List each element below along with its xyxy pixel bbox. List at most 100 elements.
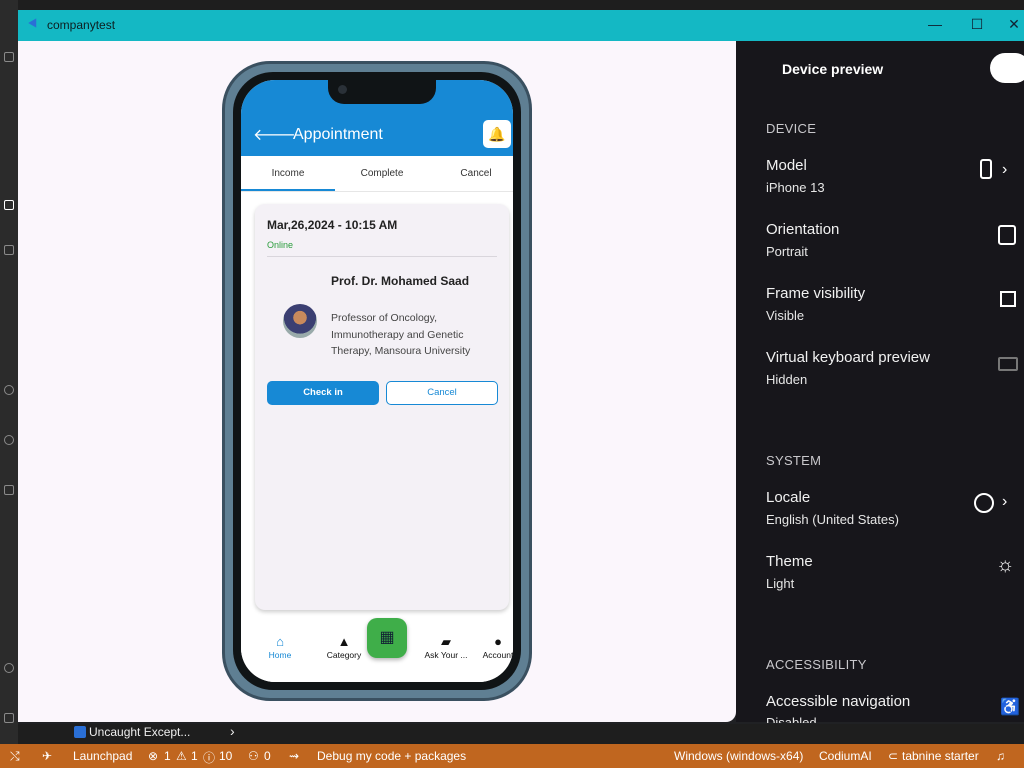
device-preview-toggle[interactable] [990,53,1024,83]
account-circle-icon: ● [494,634,502,649]
maximize-button[interactable]: ☐ [962,16,992,33]
ports-count[interactable]: 0 [264,749,271,763]
model-value[interactable]: iPhone 13 [766,180,825,195]
doctor-name: Prof. Dr. Mohamed Saad [331,274,470,288]
explorer-icon[interactable] [4,52,14,62]
phone-bezel: 🡐 Appointment 🔔 Income Complete Cancel M… [233,72,521,690]
tabnine-icon: ⊂ [888,749,899,763]
nav-account[interactable]: ● Account [473,634,513,660]
back-arrow-icon[interactable]: 🡐 [253,124,296,145]
keyboard-icon[interactable] [998,357,1018,371]
home-icon: ⌂ [276,634,284,649]
divider [267,256,497,257]
problems-bar: Uncaught Except... › [52,723,252,744]
appointment-card[interactable]: Mar,26,2024 - 10:15 AM Online Prof. Dr. … [255,204,509,610]
rotate-icon[interactable] [998,225,1016,245]
info-count[interactable]: 10 [219,749,232,763]
app-window: ⯇ companytest — ☐ ✕ 🡐 Appointment 🔔 Inco… [18,10,1024,724]
panel-heading: Device preview [782,61,884,77]
active-tab-indicator [241,189,335,191]
avatar [283,304,317,338]
chevron-right-icon[interactable]: › [1002,493,1007,511]
nav-ask-label: Ask Your ... [424,650,468,660]
error-icon: ⊗ [148,749,159,763]
launchpad-item[interactable]: Launchpad [73,749,132,763]
tab-income[interactable]: Income [243,168,333,179]
warning-count[interactable]: 1 [191,749,198,763]
platform-target[interactable]: Windows (windows-x64) [674,749,803,763]
cancel-button[interactable]: Cancel [386,381,498,405]
theme-value: Light [766,576,795,591]
accessibility-section-heading: ACCESSIBILITY [766,657,867,672]
flutter-logo-icon: ⯇ [27,16,40,33]
theme-title: Theme [766,553,813,570]
app-canvas: 🡐 Appointment 🔔 Income Complete Cancel M… [18,41,736,722]
rocket-icon: ✈ [42,749,53,763]
status-badge: Online [267,240,294,250]
page-title: Appointment [293,126,383,143]
nav-account-label: Account [482,650,513,660]
chevron-right-icon[interactable]: › [1002,161,1007,179]
system-section-heading: SYSTEM [766,453,822,468]
nav-category-label: Category [326,650,362,660]
doctor-title: Professor of Oncology, Immunotherapy and… [331,312,471,357]
window-title: companytest [47,18,116,32]
nav-home-label: Home [268,650,292,660]
settings-gear-icon[interactable] [4,713,14,723]
ports-icon: ⚇ [248,749,259,763]
activity-bar [0,0,18,744]
calendar-fab-button[interactable]: ▦ [367,618,407,658]
uncaught-exceptions-label[interactable]: Uncaught Except... [89,725,190,739]
title-bar: ⯇ companytest — ☐ ✕ [18,10,1024,41]
testing-icon[interactable] [4,435,14,445]
tab-cancel[interactable]: Cancel [431,168,513,179]
tabnine-item[interactable]: tabnine starter [902,749,979,763]
camera-icon [338,85,347,94]
accessibility-icon[interactable]: ♿ [1000,697,1020,717]
remote-status-icon[interactable]: ⤭ [10,749,20,764]
tab-complete[interactable]: Complete [337,168,427,179]
phone-notch [328,80,436,104]
orientation-value: Portrait [766,244,808,259]
account-icon[interactable] [4,663,14,673]
keyboard-preview-title: Virtual keyboard preview [766,349,930,366]
globe-icon[interactable] [974,493,994,513]
nav-ask[interactable]: ▰ Ask Your ... [421,634,471,660]
extensions-icon[interactable] [4,200,14,210]
frame-visibility-title: Frame visibility [766,285,866,302]
nav-home[interactable]: ⌂ Home [255,634,305,660]
phone-screen: 🡐 Appointment 🔔 Income Complete Cancel M… [241,80,513,682]
bell-icon[interactable]: ♫ [996,749,1005,763]
accessible-navigation-value: Disabled [766,715,817,723]
orientation-title: Orientation [766,221,840,238]
keyboard-preview-value: Hidden [766,372,808,387]
minimize-button[interactable]: — [920,16,950,32]
checkbox-checked-icon[interactable] [74,726,86,738]
chat-icon: ▰ [441,634,451,649]
nav-category[interactable]: ▲ Category [319,634,369,660]
chevron-right-icon[interactable]: › [230,723,235,739]
brightness-icon[interactable]: ☼ [996,554,1014,577]
frame-icon[interactable] [1000,291,1016,307]
tab-bar: Income Complete Cancel [241,156,513,192]
calendar-icon: ▦ [379,629,395,646]
phone-frame: 🡐 Appointment 🔔 Income Complete Cancel M… [222,61,532,701]
notification-bell-icon[interactable]: 🔔 [483,120,511,148]
debug-icon: ⇝ [289,749,300,763]
check-in-button[interactable]: Check in [267,381,379,405]
error-count[interactable]: 1 [164,749,171,763]
phone-device-icon[interactable] [980,159,992,179]
device-section-heading: DEVICE [766,121,817,136]
debug-mode[interactable]: Debug my code + packages [317,749,466,763]
accessible-navigation-title: Accessible navigation [766,693,911,710]
model-title: Model [766,157,807,174]
codiumai-item[interactable]: CodiumAI [819,749,872,763]
remote-icon[interactable] [4,385,14,395]
close-button[interactable]: ✕ [999,16,1024,33]
status-bar: ⤭ ✈ Launchpad ⊗ 1 ⚠ 1 ⓘ 10 ⚇ 0 ⇝ Debug m… [0,744,1024,768]
locale-title: Locale [766,489,811,506]
device-preview-panel: Device preview DEVICE Model iPhone 13 › … [736,41,1024,723]
flutter-icon[interactable] [4,485,14,495]
run-debug-icon[interactable] [4,245,14,255]
info-icon: ⓘ [203,751,216,765]
